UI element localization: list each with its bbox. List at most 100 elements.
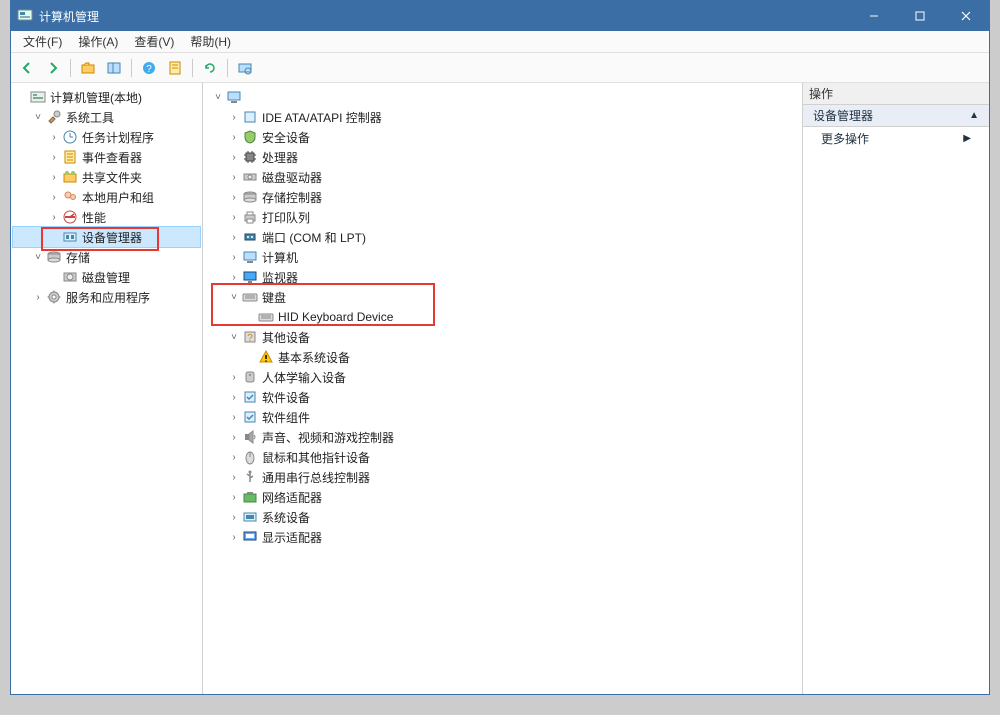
actions-pane: 操作 设备管理器 ▲ 更多操作 ▶ [803, 83, 989, 694]
perf-icon [62, 209, 78, 225]
expand-toggle[interactable]: › [47, 130, 61, 144]
menu-file[interactable]: 文件(F) [15, 31, 70, 52]
menu-help[interactable]: 帮助(H) [182, 31, 239, 52]
expand-toggle[interactable]: › [227, 450, 241, 464]
tree-item[interactable]: 基本系统设备 [205, 347, 800, 367]
tree-item[interactable]: ›显示适配器 [205, 527, 800, 547]
tree-item[interactable]: ›安全设备 [205, 127, 800, 147]
refresh-button[interactable] [198, 56, 222, 80]
expand-toggle[interactable]: › [227, 430, 241, 444]
expand-toggle[interactable]: ˅ [211, 90, 225, 104]
expand-toggle[interactable]: ˅ [31, 250, 45, 264]
pc-icon [226, 89, 242, 105]
tree-item[interactable]: ›网络适配器 [205, 487, 800, 507]
device-tree-pane[interactable]: ˅ ›IDE ATA/ATAPI 控制器›安全设备›处理器›磁盘驱动器›存储控制器… [203, 83, 803, 694]
expand-toggle[interactable]: › [47, 170, 61, 184]
expand-toggle[interactable]: › [227, 110, 241, 124]
expand-toggle[interactable]: › [47, 150, 61, 164]
tree-item[interactable]: ›事件查看器 [13, 147, 200, 167]
expand-toggle[interactable]: › [227, 210, 241, 224]
tree-item[interactable]: ›通用串行总线控制器 [205, 467, 800, 487]
tree-item-label: 声音、视频和游戏控制器 [262, 429, 394, 446]
tree-item[interactable]: › 服务和应用程序 [13, 287, 200, 307]
tree-item[interactable]: ˅其他设备 [205, 327, 800, 347]
expand-toggle[interactable]: › [227, 470, 241, 484]
tree-item[interactable]: ›性能 [13, 207, 200, 227]
help-button[interactable]: ? [137, 56, 161, 80]
actions-more[interactable]: 更多操作 ▶ [803, 127, 989, 149]
expand-toggle[interactable]: ˅ [227, 330, 241, 344]
forward-button[interactable] [41, 56, 65, 80]
tree-item[interactable]: ›共享文件夹 [13, 167, 200, 187]
tree-item[interactable]: ˅ [205, 87, 800, 107]
up-folder-button[interactable] [76, 56, 100, 80]
expand-toggle[interactable]: › [227, 130, 241, 144]
tree-item[interactable]: 计算机管理(本地) [13, 87, 200, 107]
back-button[interactable] [15, 56, 39, 80]
port-icon [242, 229, 258, 245]
minimize-button[interactable] [851, 1, 897, 31]
tree-item[interactable]: ›人体学输入设备 [205, 367, 800, 387]
soft-icon [242, 389, 258, 405]
menu-view[interactable]: 查看(V) [126, 31, 182, 52]
left-tree-pane[interactable]: 计算机管理(本地)˅系统工具›任务计划程序›事件查看器›共享文件夹›本地用户和组… [11, 83, 203, 694]
titlebar[interactable]: 计算机管理 [11, 1, 989, 31]
tree-item[interactable]: › 声音、视频和游戏控制器 [205, 427, 800, 447]
expand-toggle[interactable]: › [227, 530, 241, 544]
expand-toggle [47, 230, 61, 244]
tree-item[interactable]: › 软件组件 [205, 407, 800, 427]
tree-item[interactable]: › 系统设备 [205, 507, 800, 527]
scan-hardware-button[interactable] [233, 56, 257, 80]
actions-section[interactable]: 设备管理器 ▲ [803, 105, 989, 127]
title-text: 计算机管理 [39, 8, 99, 25]
tree-item[interactable]: ›磁盘驱动器 [205, 167, 800, 187]
tree-item-label: 基本系统设备 [278, 349, 350, 366]
expand-toggle[interactable]: › [227, 230, 241, 244]
show-hide-tree-button[interactable] [102, 56, 126, 80]
tree-item-label: 服务和应用程序 [66, 289, 150, 306]
expand-toggle[interactable]: › [227, 390, 241, 404]
expand-toggle [47, 270, 61, 284]
tree-item[interactable]: ›打印队列 [205, 207, 800, 227]
expand-toggle[interactable]: › [227, 150, 241, 164]
expand-toggle[interactable]: › [227, 510, 241, 524]
tree-item[interactable]: ›监视器 [205, 267, 800, 287]
tree-item[interactable]: ›计算机 [205, 247, 800, 267]
expand-toggle[interactable]: › [227, 190, 241, 204]
expand-toggle[interactable]: › [47, 210, 61, 224]
tree-item-label: 系统设备 [262, 509, 310, 526]
tree-item[interactable]: ˅存储 [13, 247, 200, 267]
tree-item-label: 磁盘管理 [82, 269, 130, 286]
tree-item[interactable]: 磁盘管理 [13, 267, 200, 287]
expand-toggle[interactable]: ˅ [31, 110, 45, 124]
close-button[interactable] [943, 1, 989, 31]
properties-button[interactable] [163, 56, 187, 80]
tree-item[interactable]: ˅系统工具 [13, 107, 200, 127]
tree-item[interactable]: ›本地用户和组 [13, 187, 200, 207]
menu-action[interactable]: 操作(A) [70, 31, 126, 52]
tree-item[interactable]: 设备管理器 [13, 227, 200, 247]
expand-toggle[interactable]: › [227, 170, 241, 184]
expand-toggle[interactable]: › [227, 410, 241, 424]
expand-toggle[interactable]: ˅ [227, 290, 241, 304]
tree-item[interactable]: ›端口 (COM 和 LPT) [205, 227, 800, 247]
tree-item[interactable]: HID Keyboard Device [205, 307, 800, 327]
expand-toggle[interactable]: › [227, 270, 241, 284]
softc-icon [242, 409, 258, 425]
tree-item[interactable]: ›处理器 [205, 147, 800, 167]
tree-item[interactable]: ›鼠标和其他指针设备 [205, 447, 800, 467]
expand-toggle[interactable]: › [47, 190, 61, 204]
tree-item[interactable]: ˅键盘 [205, 287, 800, 307]
maximize-button[interactable] [897, 1, 943, 31]
tree-item[interactable]: ›任务计划程序 [13, 127, 200, 147]
diskmg-icon [62, 269, 78, 285]
warn-icon [258, 349, 274, 365]
expand-toggle[interactable]: › [227, 370, 241, 384]
tree-item[interactable]: ›存储控制器 [205, 187, 800, 207]
expand-toggle[interactable]: › [227, 250, 241, 264]
expand-toggle[interactable]: › [31, 290, 45, 304]
expand-toggle[interactable]: › [227, 490, 241, 504]
tree-item[interactable]: ›软件设备 [205, 387, 800, 407]
tree-item[interactable]: ›IDE ATA/ATAPI 控制器 [205, 107, 800, 127]
tree-item-label: 软件组件 [262, 409, 310, 426]
